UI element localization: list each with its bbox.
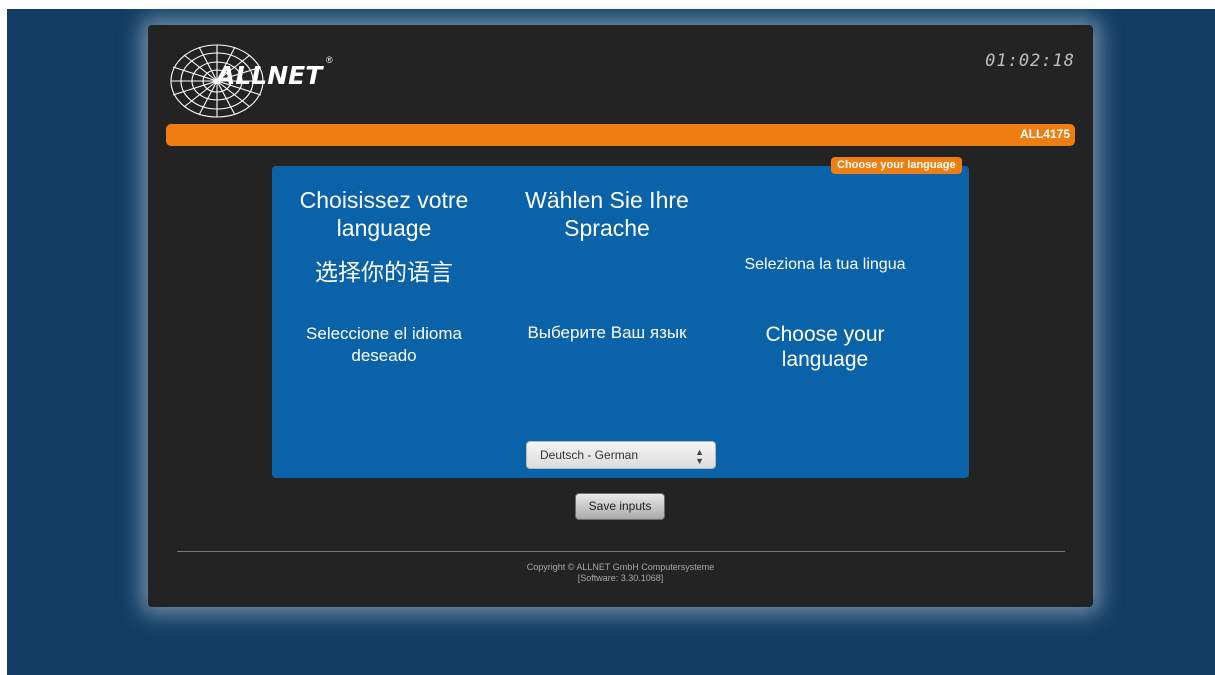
footer: Copyright © ALLNET GmbH Computersysteme … [148,562,1093,584]
language-select-value: Deutsch - German [540,448,639,462]
page-background: ALLNET ® 01:02:18 ALL4175 Choisissez vot… [7,9,1215,675]
device-bar: ALL4175 [166,124,1075,146]
allnet-logo: ALLNET ® [169,43,349,121]
footer-divider [177,551,1065,552]
prompt-spanish: Seleccione el idioma deseado [306,324,462,366]
prompt-english: Choose your language [765,323,885,372]
clock: 01:02:18 [985,51,1075,71]
language-select[interactable]: Deutsch - German ▲ ▼ [526,441,716,469]
prompt-chinese: 选择你的语言 [315,259,453,285]
registered-mark: ® [326,55,333,65]
language-panel: Choisissez votre language Wählen Sie Ihr… [272,166,969,478]
software-version: [Software: 3.30.1068] [577,573,664,583]
prompt-russian: Выберите Ваш язык [527,323,687,342]
logo-wordmark: ALLNET [216,61,323,90]
device-model: ALL4175 [1019,127,1070,141]
prompt-french: Choisissez votre language [299,187,469,241]
main-panel: ALLNET ® 01:02:18 ALL4175 Choisissez vot… [148,25,1093,607]
prompt-italian: Seleziona la tua lingua [744,256,906,273]
prompt-german: Wählen Sie Ihre Sprache [525,187,689,241]
language-section-tag: Choose your language [831,157,962,174]
copyright-text: Copyright © ALLNET GmbH Computersysteme [526,562,715,572]
select-updown-icon: ▲ ▼ [695,447,704,466]
save-inputs-button[interactable]: Save inputs [575,493,665,520]
